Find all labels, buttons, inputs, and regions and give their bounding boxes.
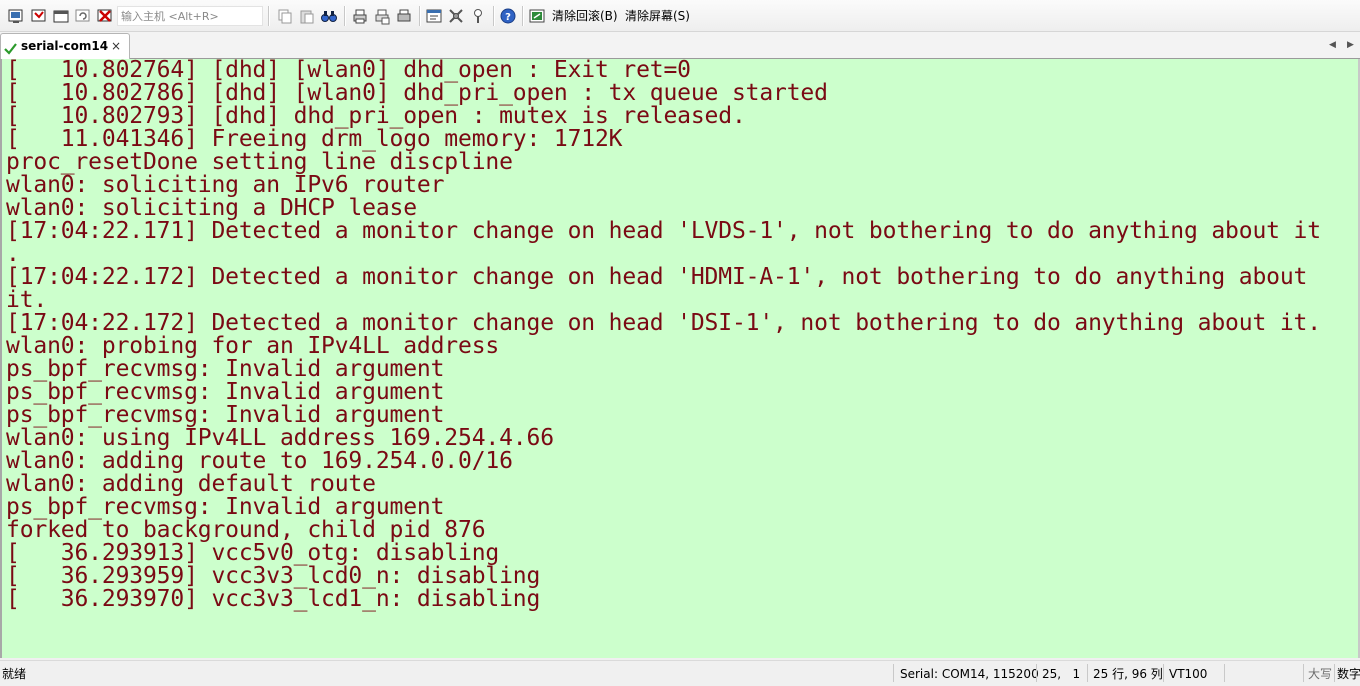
clear-scrollback-button[interactable]: 清除回滚(B) <box>552 8 618 24</box>
status-cursor-position: 25, 1 <box>1042 667 1081 681</box>
terminal-view[interactable]: [ 10.802764] [dhd] [wlan0] dhd_open : Ex… <box>0 59 1360 658</box>
check-icon <box>4 40 17 59</box>
terminal-line: [17:04:22.172] Detected a monitor change… <box>6 310 1321 336</box>
status-emulation: VT100 <box>1169 667 1208 681</box>
terminal-line: wlan0: soliciting a DHCP lease <box>6 195 417 221</box>
terminal-line: [ 36.293970] vcc3v3_lcd1_n: disabling <box>6 586 541 612</box>
print-setup-icon[interactable] <box>373 7 391 25</box>
status-divider <box>1303 664 1304 682</box>
tab-close-icon[interactable]: × <box>111 38 121 54</box>
terminal-line: wlan0: adding default route <box>6 471 376 497</box>
toolbar-separator <box>268 6 270 26</box>
find-icon[interactable] <box>320 7 338 25</box>
status-bar: 就绪 Serial: COM14, 115200 25, 1 25 行, 96 … <box>0 660 1360 686</box>
copy-icon[interactable] <box>276 7 294 25</box>
terminal-line: [ 10.802786] [dhd] [wlan0] dhd_pri_open … <box>6 80 828 106</box>
tab-label: serial-com14 <box>21 39 109 53</box>
status-divider <box>1036 664 1037 682</box>
terminal-line: forked to background, child pid 876 <box>6 517 486 543</box>
status-divider <box>1163 664 1164 682</box>
keymap-icon[interactable] <box>469 7 487 25</box>
connect-icon[interactable] <box>7 7 25 25</box>
status-divider <box>1087 664 1088 682</box>
help-icon[interactable]: ? <box>499 7 517 25</box>
status-num-lock: 数字 <box>1337 667 1360 681</box>
terminal-line: wlan0: soliciting an IPv6 router <box>6 172 445 198</box>
print-icon[interactable] <box>351 7 369 25</box>
connect-tab-icon[interactable] <box>52 7 70 25</box>
session-tab-bar: serial-com14 × ◀ ▶ <box>0 32 1360 59</box>
toolbar-separator <box>344 6 346 26</box>
toolbar-separator <box>493 6 495 26</box>
status-divider <box>893 664 894 682</box>
terminal-line: ps_bpf_recvmsg: Invalid argument <box>6 494 445 520</box>
terminal-line: ps_bpf_recvmsg: Invalid argument <box>6 379 445 405</box>
reconnect-icon[interactable] <box>74 7 92 25</box>
toolbar-separator <box>419 6 421 26</box>
securecrt-window: ? 清除回滚(B) 清除屏幕(S) serial-com14 × ◀ ▶ [ 1… <box>0 0 1360 686</box>
terminal-line: [ 36.293959] vcc3v3_lcd0_n: disabling <box>6 563 541 589</box>
tab-serial-com14[interactable]: serial-com14 × <box>0 33 130 59</box>
status-rows-cols: 25 行, 96 列 <box>1093 667 1163 681</box>
quick-connect-icon[interactable] <box>30 7 48 25</box>
terminal-line: wlan0: adding route to 169.254.0.0/16 <box>6 448 513 474</box>
terminal-line: [ 10.802764] [dhd] [wlan0] dhd_open : Ex… <box>6 59 691 83</box>
status-ready: 就绪 <box>2 667 27 681</box>
terminal-line: [ 36.293913] vcc5v0_otg: disabling <box>6 540 500 566</box>
terminal-line: wlan0: using IPv4LL address 169.254.4.66 <box>6 425 554 451</box>
host-input[interactable] <box>117 6 263 26</box>
clear-icon[interactable] <box>528 7 546 25</box>
clear-screen-button[interactable]: 清除屏幕(S) <box>625 8 690 24</box>
terminal-line: proc_resetDone setting line discpline <box>6 149 513 175</box>
paste-icon[interactable] <box>298 7 316 25</box>
terminal-line: [17:04:22.171] Detected a monitor change… <box>6 218 1321 244</box>
disconnect-icon[interactable] <box>96 7 114 25</box>
toolbar-separator <box>522 6 524 26</box>
terminal-line: [ 10.802793] [dhd] dhd_pri_open : mutex … <box>6 103 746 129</box>
terminal-line: . <box>6 241 20 267</box>
svg-text:?: ? <box>505 12 511 23</box>
session-options-icon[interactable] <box>425 7 443 25</box>
terminal-line: it. <box>6 287 48 313</box>
status-caps-lock: 大写 <box>1308 667 1333 681</box>
printer-icon[interactable] <box>395 7 413 25</box>
terminal-output: [ 10.802764] [dhd] [wlan0] dhd_open : Ex… <box>6 59 1321 611</box>
status-divider <box>1224 664 1225 682</box>
status-serial: Serial: COM14, 115200 <box>900 667 1039 681</box>
terminal-line: ps_bpf_recvmsg: Invalid argument <box>6 402 445 428</box>
global-options-icon[interactable] <box>447 7 465 25</box>
terminal-line: [17:04:22.172] Detected a monitor change… <box>6 264 1308 290</box>
tab-scroll-left-icon[interactable]: ◀ <box>1329 40 1336 50</box>
status-divider <box>1334 664 1335 682</box>
terminal-line: wlan0: probing for an IPv4LL address <box>6 333 500 359</box>
tab-scroll-right-icon[interactable]: ▶ <box>1347 40 1354 50</box>
terminal-line: ps_bpf_recvmsg: Invalid argument <box>6 356 445 382</box>
toolbar: ? 清除回滚(B) 清除屏幕(S) <box>0 0 1360 32</box>
terminal-line: [ 11.041346] Freeing drm_logo memory: 17… <box>6 126 623 152</box>
